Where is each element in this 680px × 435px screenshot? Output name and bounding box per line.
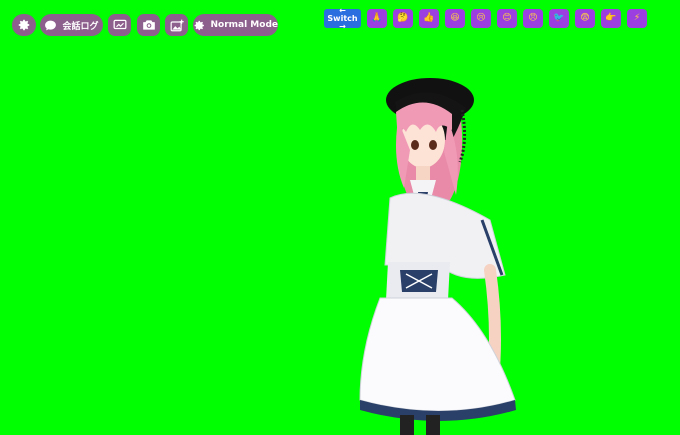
emote-bird-icon: 🐦	[553, 13, 565, 23]
switch-button[interactable]: ← Switch →	[324, 5, 361, 31]
screen-share-button[interactable]	[108, 14, 131, 36]
mode-label: Normal Mode	[210, 20, 278, 30]
image-add-icon	[170, 19, 184, 31]
emote-button-bird[interactable]: 🐦	[549, 9, 569, 28]
emote-button-point[interactable]: 👉	[601, 9, 621, 28]
emote-button-fear[interactable]: 😨	[575, 9, 595, 28]
chat-log-button[interactable]: 会話ログ	[40, 14, 103, 36]
emote-button-laugh[interactable]: 😆	[445, 9, 465, 28]
emote-flash-icon: ⚡	[633, 13, 641, 23]
emote-button-pray[interactable]: 🙏	[367, 9, 387, 28]
chat-bubble-icon	[45, 20, 57, 30]
emote-smile-icon: 😊	[502, 13, 512, 23]
emote-fear-icon: 😨	[580, 13, 590, 23]
camera-icon	[142, 20, 155, 30]
emote-angry-icon: 😠	[528, 13, 538, 23]
gear-icon	[18, 19, 30, 31]
emote-button-thumbs[interactable]: 👍	[419, 9, 439, 28]
image-add-button[interactable]	[165, 14, 188, 36]
mode-toggle-button[interactable]: Normal Mode	[193, 14, 278, 36]
emote-sad-icon: 😢	[476, 13, 486, 23]
switch-arrow: →	[339, 21, 346, 31]
switch-label: ← Switch	[327, 5, 358, 23]
emote-button-think[interactable]: 🤔	[393, 9, 413, 28]
emote-point-icon: 👉	[605, 13, 617, 23]
emote-thumbs-icon: 👍	[423, 13, 435, 23]
emote-pray-icon: 🙏	[371, 13, 383, 23]
camera-button[interactable]	[137, 14, 160, 36]
chat-log-label: 会話ログ	[62, 21, 99, 32]
gear-icon	[194, 20, 204, 30]
emote-button-sad[interactable]: 😢	[471, 9, 491, 28]
emote-think-icon: 🤔	[397, 13, 409, 23]
emote-button-smile[interactable]: 😊	[497, 9, 517, 28]
emote-button-angry[interactable]: 😠	[523, 9, 543, 28]
avatar-character	[359, 78, 516, 435]
screen-share-icon	[113, 19, 126, 30]
settings-button[interactable]	[12, 14, 36, 36]
emote-button-flash[interactable]: ⚡	[627, 9, 647, 28]
emote-laugh-icon: 😆	[450, 13, 460, 23]
